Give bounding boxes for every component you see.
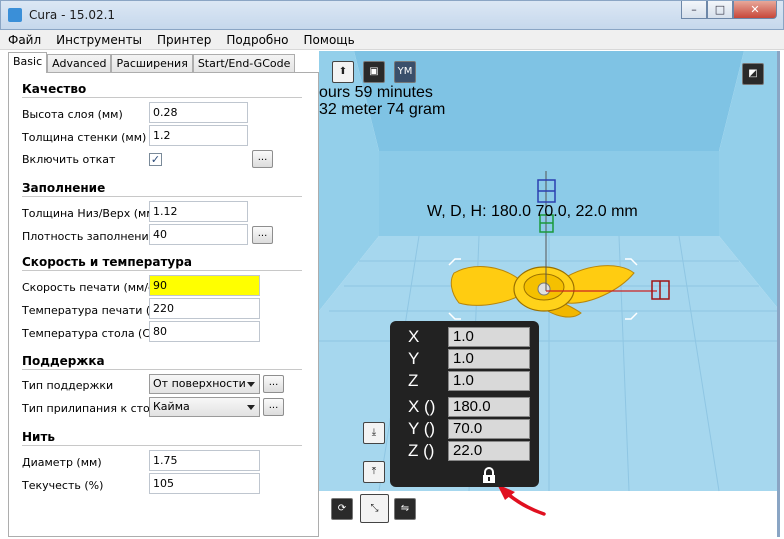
adhesion-type-value: Кайма xyxy=(153,400,190,413)
chevron-down-icon xyxy=(247,382,255,387)
menu-tools[interactable]: Инструменты xyxy=(48,30,149,49)
tab-basic[interactable]: Basic xyxy=(8,52,48,73)
scale-z-label: Z xyxy=(408,371,419,390)
save-toolpath-icon[interactable]: ▣ xyxy=(363,61,385,83)
adhesion-settings-button[interactable]: ... xyxy=(263,398,284,416)
reset-scale-icon[interactable]: ⤒ xyxy=(363,461,385,483)
window-title: Cura - 15.02.1 xyxy=(29,8,116,22)
layer-height-input[interactable]: 0.28 xyxy=(149,102,248,123)
menu-file[interactable]: Файл xyxy=(0,30,48,49)
fill-settings-button[interactable]: ... xyxy=(252,226,273,244)
size-z-input[interactable]: 22.0 xyxy=(448,441,530,461)
youmagine-icon[interactable]: YM xyxy=(394,61,416,83)
close-button[interactable]: ✕ xyxy=(733,1,777,19)
section-filament: Нить xyxy=(22,430,302,446)
diameter-label: Диаметр (мм) xyxy=(22,456,102,469)
model-dimensions-text: W, D, H: 180.0 70.0, 22.0 mm xyxy=(427,203,638,220)
fill-density-input[interactable]: 40 xyxy=(149,224,248,245)
title-bar: Cura - 15.02.1 – □ ✕ xyxy=(0,0,784,30)
print-speed-label: Скорость печати (мм/с) xyxy=(22,281,159,294)
build-volume-scene xyxy=(319,51,777,516)
scale-tool-panel: X 1.0 Y 1.0 Z 1.0 X () 180.0 Y () 70.0 Z… xyxy=(390,321,539,487)
minimize-button[interactable]: – xyxy=(681,1,707,19)
retraction-checkbox[interactable]: ✓ xyxy=(149,153,162,166)
view-mode-icon[interactable]: ◩ xyxy=(742,63,764,85)
chevron-down-icon xyxy=(247,405,255,410)
lay-flat-icon[interactable]: ⤓ xyxy=(363,422,385,444)
tab-advanced[interactable]: Advanced xyxy=(47,54,112,73)
section-quality: Качество xyxy=(22,82,302,98)
scale-x-label: X xyxy=(408,327,420,346)
wall-thickness-label: Толщина стенки (мм) xyxy=(22,131,147,144)
size-y-label: Y () xyxy=(408,419,436,438)
print-temperature-label: Температура печати (С) xyxy=(22,304,163,317)
scale-y-label: Y xyxy=(408,349,420,368)
basic-settings: Качество Высота слоя (мм) 0.28 Толщина с… xyxy=(8,72,319,537)
scale-x-input[interactable]: 1.0 xyxy=(448,327,530,347)
menu-expert[interactable]: Подробно xyxy=(218,30,295,49)
retraction-settings-button[interactable]: ... xyxy=(252,150,273,168)
size-x-label: X () xyxy=(408,397,436,416)
size-y-input[interactable]: 70.0 xyxy=(448,419,530,439)
support-type-label: Тип поддержки xyxy=(22,379,114,392)
bed-temperature-input[interactable]: 80 xyxy=(149,321,260,342)
tab-plugins[interactable]: Расширения xyxy=(111,54,193,73)
section-fill: Заполнение xyxy=(22,181,302,197)
settings-tabs: Basic Advanced Расширения Start/End-GCod… xyxy=(8,52,296,73)
menu-bar: Файл Инструменты Принтер Подробно Помощь xyxy=(0,30,784,50)
fill-density-label: Плотность заполнения xyxy=(22,230,156,243)
print-temperature-input[interactable]: 220 xyxy=(149,298,260,319)
layer-height-label: Высота слоя (мм) xyxy=(22,108,123,121)
support-type-select[interactable]: От поверхности xyxy=(149,374,260,394)
settings-panel: Basic Advanced Расширения Start/End-GCod… xyxy=(8,51,319,537)
cura-app-icon xyxy=(8,8,22,22)
print-speed-input[interactable]: 90 xyxy=(149,275,260,296)
size-z-label: Z () xyxy=(408,441,435,460)
maximize-button[interactable]: □ xyxy=(707,1,733,19)
support-settings-button[interactable]: ... xyxy=(263,375,284,393)
lock-icon[interactable] xyxy=(481,467,497,484)
tab-start-end-gcode[interactable]: Start/End-GCode xyxy=(192,54,296,73)
scale-tool-icon[interactable]: ⤡ xyxy=(360,494,389,523)
material-usage-text: 32 meter 74 gram xyxy=(319,101,446,118)
wall-thickness-input[interactable]: 1.2 xyxy=(149,125,248,146)
bed-temperature-label: Температура стола (С) xyxy=(22,327,155,340)
mirror-tool-icon[interactable]: ⇋ xyxy=(394,498,416,520)
flow-label: Текучесть (%) xyxy=(22,479,104,492)
support-type-value: От поверхности xyxy=(153,377,246,390)
3d-viewport[interactable]: ⬆ ▣ YM ◩ ours 59 minutes 32 meter 74 gra… xyxy=(319,51,780,537)
scale-y-input[interactable]: 1.0 xyxy=(448,349,530,369)
retraction-label: Включить откат xyxy=(22,153,116,166)
scale-z-input[interactable]: 1.0 xyxy=(448,371,530,391)
diameter-input[interactable]: 1.75 xyxy=(149,450,260,471)
menu-help[interactable]: Помощь xyxy=(296,30,362,49)
section-speed-temperature: Скорость и температура xyxy=(22,255,302,271)
bottom-top-label: Толщина Низ/Верх (мм) xyxy=(22,207,159,220)
flow-input[interactable]: 105 xyxy=(149,473,260,494)
print-time-text: ours 59 minutes xyxy=(319,84,433,101)
rotate-tool-icon[interactable]: ⟳ xyxy=(331,498,353,520)
adhesion-type-label: Тип прилипания к столу xyxy=(22,402,164,415)
section-support: Поддержка xyxy=(22,354,302,370)
adhesion-type-select[interactable]: Кайма xyxy=(149,397,260,417)
size-x-input[interactable]: 180.0 xyxy=(448,397,530,417)
load-model-icon[interactable]: ⬆ xyxy=(332,61,354,83)
menu-printer[interactable]: Принтер xyxy=(149,30,218,49)
bottom-top-input[interactable]: 1.12 xyxy=(149,201,248,222)
window-controls: – □ ✕ xyxy=(681,1,777,19)
